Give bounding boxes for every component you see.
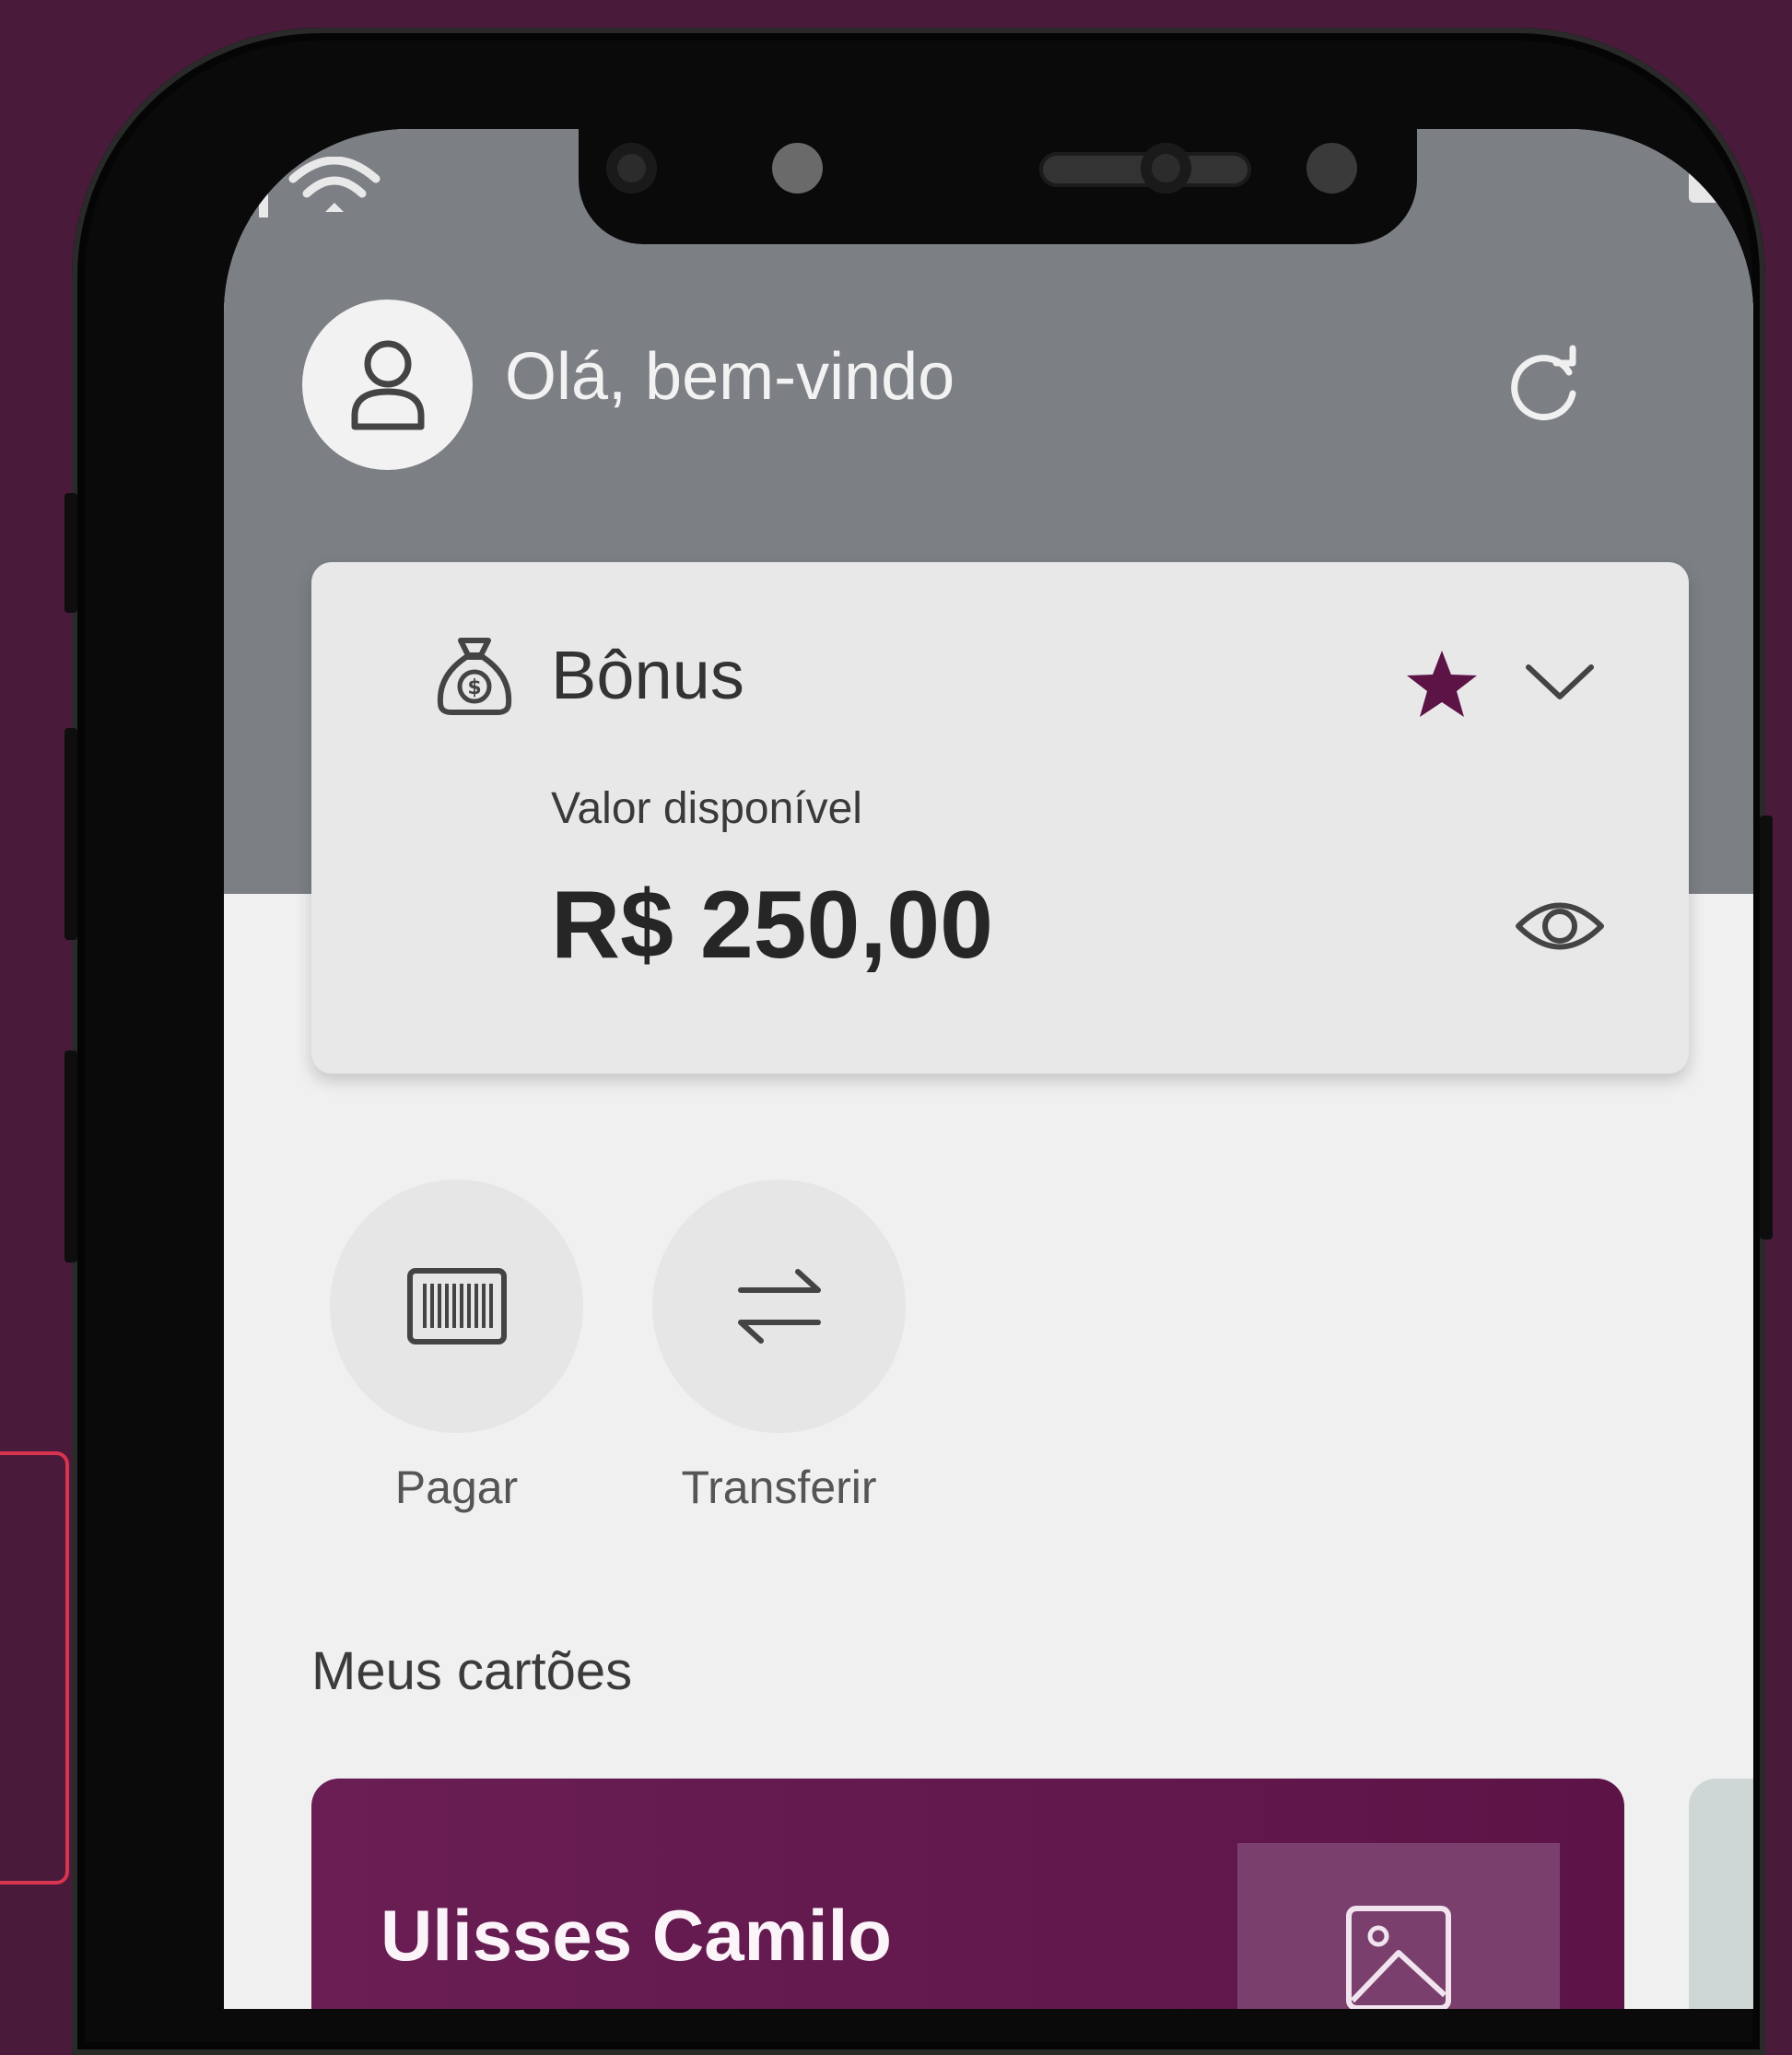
svg-text:$: $ xyxy=(467,676,481,699)
phone-power-button xyxy=(1760,816,1773,1239)
barcode-icon xyxy=(406,1268,507,1345)
phone-notch xyxy=(579,129,1417,244)
eye-icon[interactable] xyxy=(1514,889,1606,963)
transfer-button-circle[interactable] xyxy=(652,1180,906,1433)
phone-volume-down-button xyxy=(64,1051,77,1262)
front-sensor xyxy=(772,143,823,194)
user-icon xyxy=(351,340,424,429)
star-icon[interactable] xyxy=(1403,645,1482,723)
transfer-icon xyxy=(737,1269,821,1344)
card-image-placeholder xyxy=(1237,1843,1560,2009)
battery-icon xyxy=(1689,157,1753,203)
my-cards-title: Meus cartões xyxy=(311,1641,633,1701)
chevron-down-icon[interactable] xyxy=(1523,654,1597,710)
balance-card[interactable]: $ Bônus Valor disponível R$ 250,00 xyxy=(311,562,1689,1074)
pay-button-circle[interactable] xyxy=(330,1180,583,1433)
card-title: Bônus xyxy=(551,637,744,713)
pay-button[interactable]: Pagar xyxy=(330,1180,583,1514)
signal-wifi-icon xyxy=(242,157,381,217)
avatar[interactable] xyxy=(302,299,473,470)
next-card-peek[interactable] xyxy=(1689,1779,1753,2009)
card-holder-name: Ulisses Camilo xyxy=(381,1895,892,1976)
phone-side-button xyxy=(64,493,77,613)
app-screen: Olá, bem-vindo $ Bônus Valor disponível … xyxy=(224,129,1753,2009)
transfer-button-label: Transferir xyxy=(681,1462,877,1513)
background-accent-frame xyxy=(0,1451,69,1885)
front-sensor xyxy=(606,143,657,194)
available-value-label: Valor disponível xyxy=(551,784,862,833)
refresh-icon[interactable] xyxy=(1505,343,1587,426)
front-sensor xyxy=(1306,143,1357,194)
image-icon xyxy=(1346,1906,1451,2009)
pay-button-label: Pagar xyxy=(394,1462,519,1513)
greeting-text: Olá, bem-vindo xyxy=(505,340,955,414)
balance-amount: R$ 250,00 xyxy=(551,872,993,979)
user-card[interactable]: Ulisses Camilo xyxy=(311,1779,1624,2009)
money-bag-icon: $ xyxy=(437,638,512,715)
front-camera xyxy=(1141,143,1191,194)
transfer-button[interactable]: Transferir xyxy=(652,1180,906,1514)
phone-frame: Olá, bem-vindo $ Bônus Valor disponível … xyxy=(64,28,1773,2055)
phone-volume-up-button xyxy=(64,728,77,940)
